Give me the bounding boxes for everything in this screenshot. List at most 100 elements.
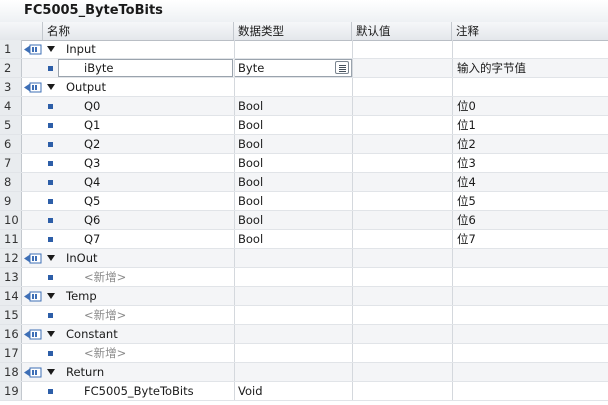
comment-cell[interactable]: 位3 — [452, 154, 608, 172]
default-value-cell[interactable] — [352, 268, 452, 286]
default-value-cell[interactable] — [352, 97, 452, 115]
section-row[interactable]: 14 Temp — [0, 287, 608, 306]
default-value-cell[interactable] — [352, 325, 452, 343]
comment-cell[interactable]: 位4 — [452, 173, 608, 191]
comment-cell[interactable] — [452, 382, 608, 400]
add-new-row[interactable]: 17 <新增> — [0, 344, 608, 363]
variable-name[interactable]: Q6 — [0, 211, 100, 229]
variable-name[interactable]: FC5005_ByteToBits — [0, 382, 194, 400]
comment-cell[interactable] — [452, 287, 608, 305]
default-value-cell[interactable] — [352, 382, 452, 400]
data-type-cell[interactable] — [234, 78, 352, 96]
column-header-data-type[interactable]: 数据类型 — [234, 22, 352, 40]
default-value-cell[interactable] — [352, 363, 452, 381]
default-value-cell[interactable] — [352, 306, 452, 324]
section-name[interactable]: Return — [0, 363, 104, 381]
variable-name[interactable]: Q4 — [0, 173, 100, 191]
section-row[interactable]: 18 Return — [0, 363, 608, 382]
section-row[interactable]: 1 Input — [0, 40, 608, 59]
variable-name[interactable]: iByte — [0, 59, 113, 77]
comment-cell[interactable] — [452, 78, 608, 96]
data-type-cell[interactable]: Bool — [234, 116, 352, 134]
data-type-cell[interactable] — [234, 306, 352, 324]
default-value-cell[interactable] — [352, 135, 452, 153]
variable-row[interactable]: 5 Q1 Bool 位1 — [0, 116, 608, 135]
data-type-cell[interactable] — [234, 363, 352, 381]
variable-row[interactable]: 10 Q6 Bool 位6 — [0, 211, 608, 230]
data-type-cell[interactable]: Bool — [234, 211, 352, 229]
section-row[interactable]: 12 InOut — [0, 249, 608, 268]
comment-cell[interactable] — [452, 249, 608, 267]
variable-name[interactable]: Q1 — [0, 116, 100, 134]
add-new-row[interactable]: 13 <新增> — [0, 268, 608, 287]
add-new-placeholder[interactable]: <新增> — [0, 344, 126, 362]
section-name[interactable]: Input — [0, 40, 96, 58]
variable-name[interactable]: Q5 — [0, 192, 100, 210]
variable-name[interactable]: Q3 — [0, 154, 100, 172]
default-value-cell[interactable] — [352, 154, 452, 172]
data-type-cell[interactable]: Void — [234, 382, 352, 400]
data-type-cell[interactable] — [234, 344, 352, 362]
data-type-cell[interactable] — [234, 325, 352, 343]
section-name[interactable]: Temp — [0, 287, 97, 305]
comment-cell[interactable] — [452, 344, 608, 362]
variable-row[interactable]: 2 iByte Byte 输入的字节值 — [0, 59, 608, 78]
data-type-cell[interactable]: Bool — [234, 154, 352, 172]
default-value-cell[interactable] — [352, 230, 452, 248]
data-type-cell[interactable]: Bool — [234, 97, 352, 115]
variable-row[interactable]: 19 FC5005_ByteToBits Void — [0, 382, 608, 401]
default-value-cell[interactable] — [352, 78, 452, 96]
default-value-cell[interactable] — [352, 116, 452, 134]
column-header-default[interactable]: 默认值 — [352, 22, 452, 40]
section-name[interactable]: InOut — [0, 249, 98, 267]
default-value-cell[interactable] — [352, 40, 452, 58]
data-type-cell[interactable] — [234, 287, 352, 305]
add-new-row[interactable]: 15 <新增> — [0, 306, 608, 325]
variable-name[interactable]: Q2 — [0, 135, 100, 153]
default-value-cell[interactable] — [352, 344, 452, 362]
comment-cell[interactable] — [452, 40, 608, 58]
data-type-list-button[interactable] — [335, 61, 349, 74]
comment-cell[interactable]: 输入的字节值 — [452, 59, 608, 77]
variable-name[interactable]: Q0 — [0, 97, 100, 115]
comment-cell[interactable] — [452, 268, 608, 286]
default-value-cell[interactable] — [352, 59, 452, 77]
default-value-cell[interactable] — [352, 287, 452, 305]
variable-row[interactable]: 4 Q0 Bool 位0 — [0, 97, 608, 116]
comment-cell[interactable]: 位1 — [452, 116, 608, 134]
block-title-bar: FC5005_ByteToBits — [0, 0, 608, 23]
add-new-placeholder[interactable]: <新增> — [0, 268, 126, 286]
comment-cell[interactable]: 位7 — [452, 230, 608, 248]
data-type-cell[interactable] — [234, 40, 352, 58]
comment-cell[interactable] — [452, 363, 608, 381]
variable-row[interactable]: 6 Q2 Bool 位2 — [0, 135, 608, 154]
default-value-cell[interactable] — [352, 173, 452, 191]
default-value-cell[interactable] — [352, 192, 452, 210]
variable-row[interactable]: 8 Q4 Bool 位4 — [0, 173, 608, 192]
column-header-comment[interactable]: 注释 — [452, 22, 608, 40]
default-value-cell[interactable] — [352, 249, 452, 267]
comment-cell[interactable] — [452, 306, 608, 324]
section-name[interactable]: Output — [0, 78, 106, 96]
default-value-cell[interactable] — [352, 211, 452, 229]
data-type-cell[interactable] — [234, 249, 352, 267]
data-type-cell[interactable]: Bool — [234, 230, 352, 248]
section-row[interactable]: 16 Constant — [0, 325, 608, 344]
comment-cell[interactable]: 位6 — [452, 211, 608, 229]
column-header-name[interactable]: 名称 — [43, 22, 234, 40]
variable-name[interactable]: Q7 — [0, 230, 100, 248]
data-type-cell[interactable]: Bool — [234, 135, 352, 153]
comment-cell[interactable]: 位2 — [452, 135, 608, 153]
add-new-placeholder[interactable]: <新增> — [0, 306, 126, 324]
comment-cell[interactable]: 位0 — [452, 97, 608, 115]
data-type-cell[interactable]: Bool — [234, 192, 352, 210]
variable-row[interactable]: 9 Q5 Bool 位5 — [0, 192, 608, 211]
variable-row[interactable]: 7 Q3 Bool 位3 — [0, 154, 608, 173]
comment-cell[interactable] — [452, 325, 608, 343]
section-name[interactable]: Constant — [0, 325, 118, 343]
data-type-cell[interactable]: Bool — [234, 173, 352, 191]
section-row[interactable]: 3 Output — [0, 78, 608, 97]
data-type-cell[interactable] — [234, 268, 352, 286]
variable-row[interactable]: 11 Q7 Bool 位7 — [0, 230, 608, 249]
comment-cell[interactable]: 位5 — [452, 192, 608, 210]
